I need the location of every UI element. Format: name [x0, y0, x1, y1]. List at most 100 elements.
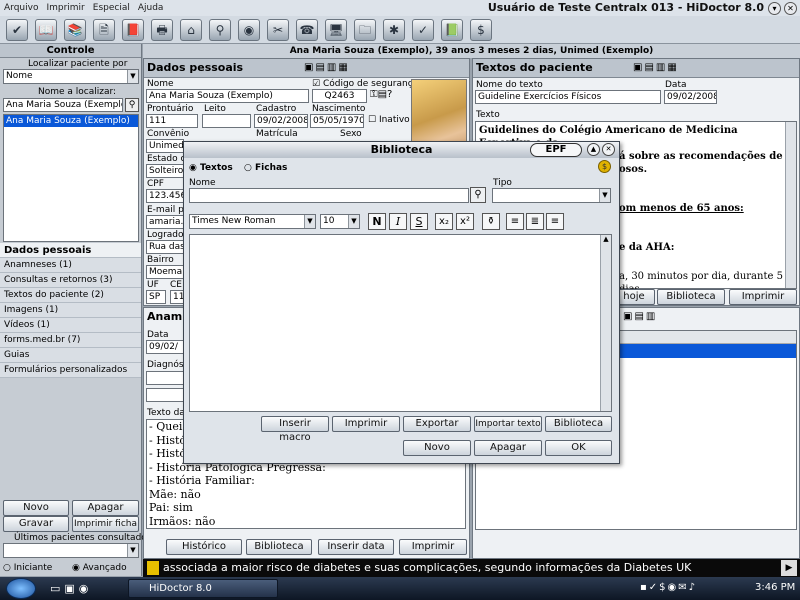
security-code-field[interactable]: Q2463 [312, 89, 367, 103]
estado-civil-field[interactable]: Solteiro( [146, 164, 184, 178]
cpf-field[interactable]: 123.456. [146, 189, 184, 203]
books-icon[interactable]: 📚 [64, 18, 86, 41]
section-item[interactable]: Guias [0, 348, 141, 363]
checkmark-circle-icon[interactable]: ✓ [412, 18, 434, 41]
exportar-button[interactable]: Exportar [403, 416, 471, 432]
asterisk-icon[interactable]: ✱ [383, 18, 405, 41]
importar-texto-button[interactable]: Importar texto [474, 416, 542, 432]
inserir-data-button[interactable]: Inserir data [318, 539, 394, 555]
prontuario-field[interactable]: 111 [146, 114, 198, 128]
gravar-button[interactable]: Gravar [3, 516, 69, 532]
section-item[interactable]: Vídeos (1) [0, 318, 141, 333]
text-date-field[interactable]: 09/02/2008 [664, 90, 717, 104]
texts-biblioteca-button[interactable]: Biblioteca [657, 289, 725, 305]
epf-button[interactable]: EPF [530, 143, 582, 157]
texts-tool-icons[interactable]: ▣▤▥▦ [633, 62, 679, 73]
font-select[interactable]: Times New Roman ▼ [189, 214, 316, 229]
imprimir-ficha-button[interactable]: Imprimir ficha [72, 516, 139, 532]
locate-by-select[interactable]: Nome ▼ [3, 69, 139, 84]
section-item[interactable]: Textos do paciente (2) [0, 288, 141, 303]
folder-icon[interactable]: 🗀 [354, 18, 376, 41]
collapse-icon[interactable]: ▲ [587, 143, 600, 156]
apagar-button[interactable]: Apagar [72, 500, 139, 516]
logradouro-field[interactable]: Rua das [146, 240, 184, 254]
bold-button[interactable]: N [368, 213, 386, 230]
section-item[interactable]: Anamneses (1) [0, 258, 141, 273]
house-icon[interactable]: ⌂ [180, 18, 202, 41]
diagnosis-field[interactable] [146, 371, 184, 385]
paint-icon[interactable]: ⚱ [482, 213, 500, 230]
chevron-down-icon[interactable]: ▼ [348, 215, 359, 228]
menu-especial[interactable]: Especial [89, 0, 134, 16]
convenio-field[interactable]: Unimed [146, 139, 184, 153]
dialog-search-icon[interactable]: ⚲ [470, 187, 486, 203]
name-search-input[interactable]: Ana Maria Souza (Exemplo) [3, 98, 123, 112]
menu-arquivo[interactable]: Arquivo [0, 0, 42, 16]
novo-button[interactable]: Novo [3, 500, 69, 516]
phone-icon[interactable]: ☎ [296, 18, 318, 41]
cep-field[interactable]: 11 [170, 290, 184, 304]
uf-field[interactable]: SP [146, 290, 166, 304]
close-icon[interactable]: ✕ [784, 2, 797, 15]
radio-textos[interactable]: ◉ Textos [189, 163, 233, 173]
checkbox-checked-icon[interactable]: ☑ [312, 79, 320, 89]
superscript-button[interactable]: x² [456, 213, 474, 230]
cadastro-field[interactable]: 09/02/2008 [254, 114, 308, 128]
menu-imprimir[interactable]: Imprimir [42, 0, 88, 16]
bairro-field[interactable]: Moema [146, 265, 184, 279]
ticker-next-icon[interactable]: ▶ [781, 560, 797, 576]
align-left-icon[interactable]: ≡ [506, 213, 524, 230]
disk-icon[interactable]: ◉ [238, 18, 260, 41]
align-center-icon[interactable]: ≣ [526, 213, 544, 230]
anamnesis-biblioteca-button[interactable]: Biblioteca [246, 539, 312, 555]
dialog-biblioteca-button[interactable]: Biblioteca [545, 416, 612, 432]
document-icon[interactable]: 🗎 [93, 18, 115, 41]
library-icon[interactable]: 📗 [441, 18, 463, 41]
mode-avancado[interactable]: ◉ Avançado [72, 563, 127, 573]
tools-icon[interactable]: ✂ [267, 18, 289, 41]
key-icon[interactable]: ⚿▤? [370, 89, 392, 100]
check-icon[interactable]: ✔ [6, 18, 28, 41]
security-code-checkbox[interactable]: ☑ Código de segurança [312, 79, 418, 89]
checkbox-unchecked-icon[interactable]: ☐ [368, 115, 376, 125]
italic-button[interactable]: I [389, 213, 407, 230]
leito-field[interactable] [202, 114, 251, 128]
section-item[interactable]: Dados pessoais [0, 243, 141, 258]
align-right-icon[interactable]: ≡ [546, 213, 564, 230]
chevron-down-icon[interactable]: ▼ [304, 215, 315, 228]
tray-icons[interactable]: ▪✓$◉✉♪ [640, 582, 697, 593]
editor-scrollbar[interactable]: ▲ [600, 235, 611, 411]
patient-result-item[interactable]: Ana Maria Souza (Exemplo) [4, 115, 138, 127]
panel-tool-icons[interactable]: ▣▤▥▦ [304, 62, 350, 73]
section-item[interactable]: forms.med.br (7) [0, 333, 141, 348]
text-scrollbar[interactable] [785, 122, 796, 288]
dialog-apagar-button[interactable]: Apagar [474, 440, 542, 456]
minimize-icon[interactable]: ▾ [768, 2, 781, 15]
texts-imprimir-button[interactable]: Imprimir [729, 289, 797, 305]
dialog-novo-button[interactable]: Novo [403, 440, 471, 456]
search-icon[interactable]: ⚲ [209, 18, 231, 41]
dollar-icon[interactable]: $ [470, 18, 492, 41]
currency-icon[interactable]: $ [598, 160, 611, 173]
radio-checked-icon[interactable]: ◉ [72, 563, 80, 573]
radio-fichas[interactable]: ○ Fichas [244, 163, 287, 173]
dialog-imprimir-button[interactable]: Imprimir [332, 416, 400, 432]
inativo-checkbox[interactable]: ☐ Inativo [368, 115, 410, 125]
start-button[interactable] [6, 578, 36, 599]
chevron-down-icon[interactable]: ▼ [127, 70, 138, 83]
anamnesis-imprimir-button[interactable]: Imprimir [399, 539, 467, 555]
dialog-text-editor[interactable] [189, 234, 612, 412]
tipo-select[interactable]: ▼ [492, 188, 611, 203]
mode-iniciante[interactable]: ○ Iniciante [3, 563, 52, 573]
scroll-up-icon[interactable]: ▲ [601, 235, 611, 243]
book-icon[interactable]: 📖 [35, 18, 57, 41]
section-item[interactable]: Imagens (1) [0, 303, 141, 318]
book2-icon[interactable]: 📕 [122, 18, 144, 41]
inserir-macro-button[interactable]: Inserir macro [261, 416, 329, 443]
search-icon[interactable]: ⚲ [125, 98, 139, 112]
recent-patients-select[interactable]: ▼ [3, 543, 139, 558]
nome-field[interactable]: Ana Maria Souza (Exemplo) [146, 89, 309, 103]
computer-icon[interactable]: 🖥 [325, 18, 347, 41]
menu-ajuda[interactable]: Ajuda [134, 0, 168, 16]
anamnesis-date-field[interactable]: 09/02/ [146, 340, 184, 354]
